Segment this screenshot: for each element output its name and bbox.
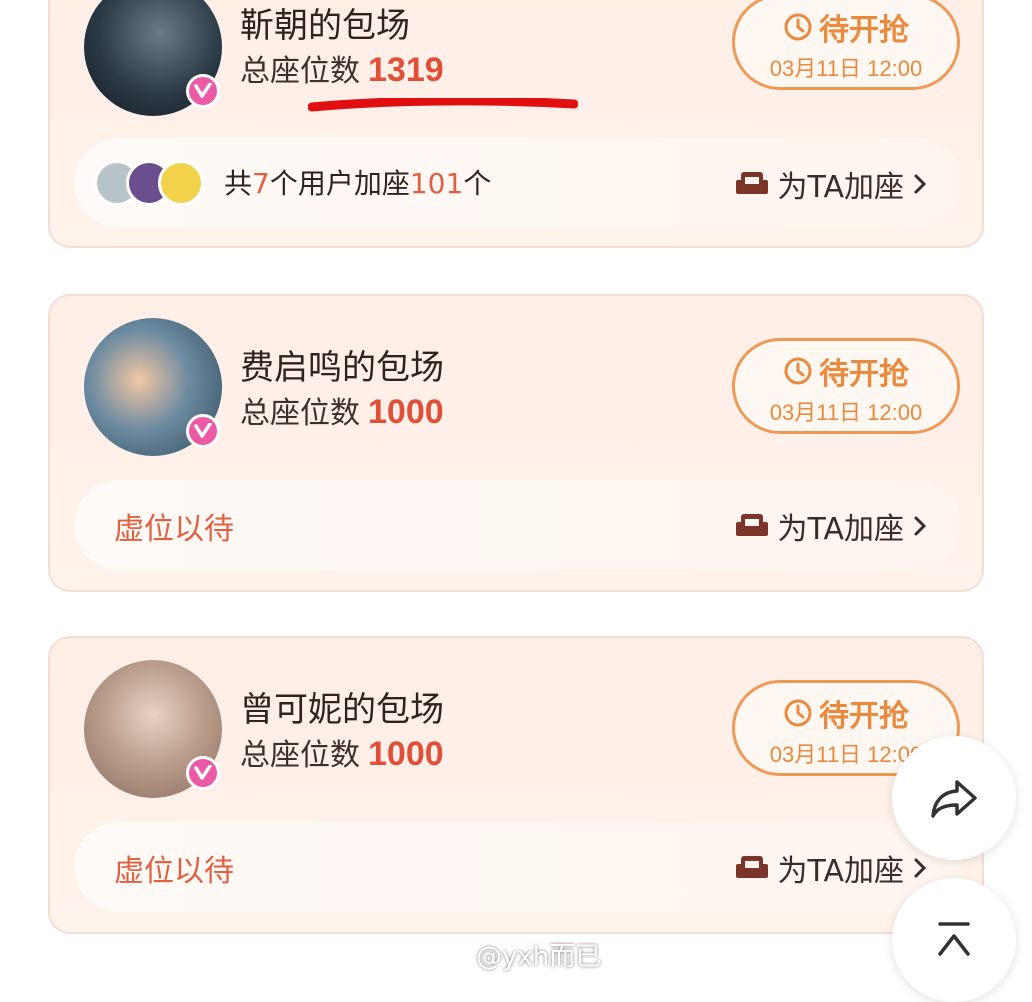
chevron-right-icon [914, 858, 927, 878]
red-annotation-stroke [308, 98, 578, 112]
add-seat-button[interactable]: 为TA加座 [735, 846, 928, 890]
add-seat-bar[interactable]: 虚位以待 为TA加座 [74, 480, 962, 570]
joined-summary: 共7个用户加座101个 [224, 162, 491, 202]
add-seat-label: 为TA加座 [777, 512, 904, 547]
package-title: 靳朝的包场 [240, 6, 410, 46]
joined-seat-count: 101 [409, 167, 464, 200]
empty-seat-label: 虚位以待 [114, 854, 234, 889]
package-card: 靳朝的包场 总座位数 1319 待开抢 03月11日 12:00 共7个用户加座1… [48, 0, 984, 248]
add-seat-label: 为TA加座 [777, 170, 904, 205]
add-seat-bar[interactable]: 虚位以待 为TA加座 [74, 822, 962, 912]
weibo-watermark: @yxh而已 [440, 936, 601, 973]
back-to-top-button[interactable] [892, 878, 1016, 1002]
grab-time: 03月11日 12:00 [769, 56, 923, 81]
seat-count-label: 总座位数 [240, 396, 360, 431]
seat-count-value: 1319 [368, 51, 444, 89]
seat-count-value: 1000 [368, 393, 444, 431]
pending-grab-button[interactable]: 待开抢 03月11日 12:00 [732, 0, 960, 90]
empty-seat-label: 虚位以待 [114, 512, 234, 547]
pending-grab-button[interactable]: 待开抢 03月11日 12:00 [732, 338, 960, 434]
seat-count: 总座位数 1319 [240, 46, 444, 90]
grab-time: 03月11日 12:00 [769, 400, 923, 425]
share-button[interactable] [892, 736, 1016, 860]
joined-mid: 个用户加座 [269, 167, 410, 200]
grab-label: 待开抢 [819, 699, 909, 734]
grab-label: 待开抢 [819, 357, 909, 392]
share-icon [931, 780, 977, 818]
grab-label: 待开抢 [819, 13, 909, 48]
package-card: 费启鸣的包场 总座位数 1000 待开抢 03月11日 12:00 虚位以待 为T… [48, 294, 984, 592]
add-seat-bar[interactable]: 共7个用户加座101个 为TA加座 [74, 138, 962, 228]
clock-icon [784, 357, 812, 385]
joined-prefix: 共 [224, 167, 253, 200]
clock-icon [784, 13, 812, 41]
verified-badge-icon [186, 74, 220, 108]
package-card: 曾可妮的包场 总座位数 1000 待开抢 03月11日 12:00 虚位以待 为T… [48, 636, 984, 934]
seat-count: 总座位数 1000 [240, 388, 444, 432]
joined-suffix: 个 [463, 167, 492, 200]
chevron-right-icon [914, 174, 927, 194]
weibo-logo-icon [440, 945, 469, 966]
package-title: 曾可妮的包场 [240, 690, 444, 730]
package-title: 费启鸣的包场 [240, 348, 444, 388]
avatar [158, 160, 204, 206]
sofa-icon [736, 172, 769, 194]
add-seat-label: 为TA加座 [777, 854, 904, 889]
chevron-right-icon [914, 516, 927, 536]
seat-count-value: 1000 [368, 735, 444, 773]
joined-user-count: 7 [252, 167, 270, 200]
verified-badge-icon [186, 756, 220, 790]
seat-count-label: 总座位数 [240, 54, 360, 89]
back-to-top-icon [938, 922, 970, 956]
add-seat-button[interactable]: 为TA加座 [735, 162, 928, 206]
sofa-icon [736, 856, 769, 878]
joined-user-avatars [94, 160, 204, 206]
add-seat-button[interactable]: 为TA加座 [735, 504, 928, 548]
clock-icon [784, 699, 812, 727]
seat-count-label: 总座位数 [240, 738, 360, 773]
seat-count: 总座位数 1000 [240, 730, 444, 774]
watermark-text: @yxh而已 [476, 942, 602, 972]
verified-badge-icon [186, 414, 220, 448]
sofa-icon [736, 514, 769, 536]
